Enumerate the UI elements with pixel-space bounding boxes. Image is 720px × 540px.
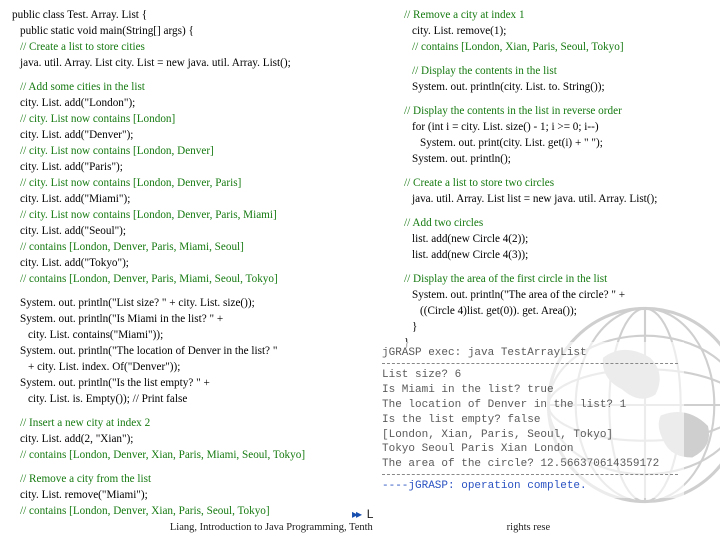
code-line: System. out. println(); <box>396 152 720 166</box>
code-comment: // Create a list to store two circles <box>396 176 720 190</box>
code-comment: // city. List now contains [London, Denv… <box>12 144 360 158</box>
code-line: for (int i = city. List. size() - 1; i >… <box>396 120 720 134</box>
code-line: city. List. remove(1); <box>396 24 720 38</box>
code-line: System. out. println("Is the list empty?… <box>12 376 360 390</box>
code-comment: // contains [London, Denver, Paris, Miam… <box>12 272 360 286</box>
code-line: java. util. Array. List city. List = new… <box>12 56 360 70</box>
code-line: city. List. add("London"); <box>12 96 360 110</box>
code-comment: // Display the area of the first circle … <box>396 272 720 286</box>
code-comment: // Display the contents in the list <box>396 64 720 78</box>
console-line: [London, Xian, Paris, Seoul, Tokyo] <box>382 428 678 443</box>
code-comment: // Insert a new city at index 2 <box>12 416 360 430</box>
code-line: city. List. add("Tokyo"); <box>12 256 360 270</box>
code-line: System. out. println("List size? " + cit… <box>12 296 360 310</box>
code-line: public class Test. Array. List { <box>12 8 360 22</box>
code-line: city. List. add("Miami"); <box>12 192 360 206</box>
code-line: + city. List. index. Of("Denver")); <box>12 360 360 374</box>
code-comment: // Add some cities in the list <box>12 80 360 94</box>
console-line: The area of the circle? 12.5663706143591… <box>382 457 678 472</box>
console-line: jGRASP exec: java TestArrayList <box>382 346 678 361</box>
playback-marker: ▸▸ L <box>352 507 373 522</box>
code-comment: // Add two circles <box>396 216 720 230</box>
console-line: Is the list empty? false <box>382 413 678 428</box>
footer-citation: Liang, Introduction to Java Programming,… <box>0 521 720 534</box>
console-output: jGRASP exec: java TestArrayList List siz… <box>376 342 684 498</box>
code-comment: // Display the contents in the list in r… <box>396 104 720 118</box>
console-line: Tokyo Seoul Paris Xian London <box>382 442 678 457</box>
code-line: city. List. add("Denver"); <box>12 128 360 142</box>
code-comment: // city. List now contains [London, Denv… <box>12 208 360 222</box>
code-line: public static void main(String[] args) { <box>12 24 360 38</box>
code-comment: // city. List now contains [London, Denv… <box>12 176 360 190</box>
code-comment: // contains [London, Xian, Paris, Seoul,… <box>396 40 720 54</box>
code-line: System. out. println(city. List. to. Str… <box>396 80 720 94</box>
code-comment: // contains [London, Denver, Xian, Paris… <box>12 448 360 462</box>
console-line: List size? 6 <box>382 368 678 383</box>
code-line: System. out. println("Is Miami in the li… <box>12 312 360 326</box>
code-comment: // Remove a city from the list <box>12 472 360 486</box>
console-line: Is Miami in the list? true <box>382 383 678 398</box>
play-icon: ▸▸ <box>352 507 360 521</box>
code-comment: // Create a list to store cities <box>12 40 360 54</box>
code-line: System. out. print(city. List. get(i) + … <box>396 136 720 150</box>
code-comment: // contains [London, Denver, Paris, Miam… <box>12 240 360 254</box>
marker-label: L <box>367 507 374 521</box>
console-line: ----jGRASP: operation complete. <box>382 479 678 494</box>
code-line: list. add(new Circle 4(2)); <box>396 232 720 246</box>
code-comment: // city. List now contains [London] <box>12 112 360 126</box>
code-line: city. List. contains("Miami")); <box>12 328 360 342</box>
code-line: list. add(new Circle 4(3)); <box>396 248 720 262</box>
code-line: city. List. remove("Miami"); <box>12 488 360 502</box>
code-comment: // contains [London, Denver, Xian, Paris… <box>12 504 360 518</box>
code-comment: // Remove a city at index 1 <box>396 8 720 22</box>
code-line: java. util. Array. List list = new java.… <box>396 192 720 206</box>
code-line: city. List. add("Paris"); <box>12 160 360 174</box>
left-column: public class Test. Array. List { public … <box>12 8 360 520</box>
code-line: city. List. add(2, "Xian"); <box>12 432 360 446</box>
code-line: city. List. is. Empty()); // Print false <box>12 392 360 406</box>
code-line: System. out. println("The location of De… <box>12 344 360 358</box>
console-line: The location of Denver in the list? 1 <box>382 398 678 413</box>
code-line: city. List. add("Seoul"); <box>12 224 360 238</box>
